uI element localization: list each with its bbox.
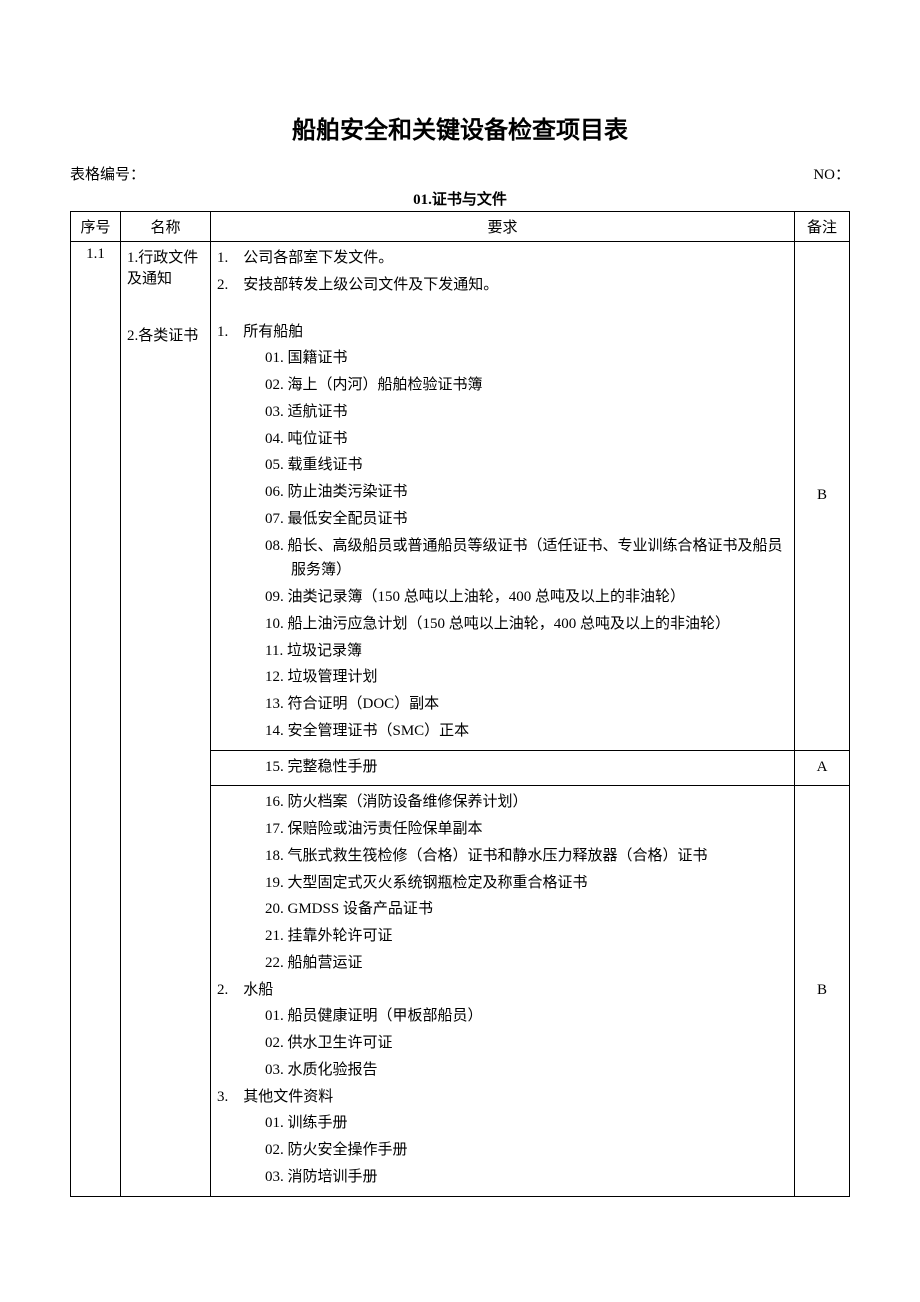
meta-row: 表格编号： NO： [70,163,850,188]
req-item: 16. 防火档案（消防设备维修保养计划） [265,790,788,815]
col-note-header: 备注 [795,212,850,242]
cell-seq: 1.1 [71,242,121,1197]
req-item: 03. 适航证书 [265,400,788,425]
req-item: 22. 船舶营运证 [265,951,788,976]
req-item: 01. 船员健康证明（甲板部船员） [265,1004,788,1029]
req-item: 02. 海上（内河）船舶检验证书簿 [265,373,788,398]
req-item: 14. 安全管理证书（SMC）正本 [265,719,788,744]
req-item: 15. 完整稳性手册 [265,755,788,780]
cell-req: 1. 公司各部室下发文件。 2. 安技部转发上级公司文件及下发通知。 1. 所有… [211,242,795,751]
section-heading: 01.证书与文件 [70,188,850,209]
req-item: 06. 防止油类污染证书 [265,480,788,505]
name-item: 1.行政文件及通知 [127,246,204,288]
col-name-header: 名称 [121,212,211,242]
cell-req: 16. 防火档案（消防设备维修保养计划） 17. 保赔险或油污责任险保单副本 1… [211,786,795,1196]
col-req-header: 要求 [211,212,795,242]
req-item: 02. 防火安全操作手册 [265,1138,788,1163]
cell-name: 1.行政文件及通知 2.各类证书 [121,242,211,1197]
name-item: 2.各类证书 [127,324,204,345]
req-item: 02. 供水卫生许可证 [265,1031,788,1056]
table-row: 1.1 1.行政文件及通知 2.各类证书 1. 公司各部室下发文件。 2. 安技… [71,242,850,751]
req-item: 21. 挂靠外轮许可证 [265,924,788,949]
no-label: NO： [813,167,850,183]
req-item: 01. 国籍证书 [265,346,788,371]
req-item: 18. 气胀式救生筏检修（合格）证书和静水压力释放器（合格）证书 [265,844,788,869]
checklist-table: 序号 名称 要求 备注 1.1 1.行政文件及通知 2.各类证书 1. 公司各部… [70,211,850,1197]
req-line: 2. 安技部转发上级公司文件及下发通知。 [217,273,788,298]
req-item: 01. 训练手册 [265,1111,788,1136]
req-item: 10. 船上油污应急计划（150 总吨以上油轮，400 总吨及以上的非油轮） [265,612,788,637]
req-line: 1. 公司各部室下发文件。 [217,246,788,271]
req-item: 13. 符合证明（DOC）副本 [265,692,788,717]
req-item: 20. GMDSS 设备产品证书 [265,897,788,922]
col-seq-header: 序号 [71,212,121,242]
page-title: 船舶安全和关键设备检查项目表 [70,110,850,145]
req-item: 08. 船长、高级船员或普通船员等级证书（适任证书、专业训练合格证书及船员服务簿… [265,534,788,584]
cell-req: 15. 完整稳性手册 [211,750,795,786]
req-item: 19. 大型固定式灭火系统钢瓶检定及称重合格证书 [265,871,788,896]
req-item: 05. 载重线证书 [265,453,788,478]
req-item: 11. 垃圾记录簿 [265,639,788,664]
req-item: 03. 水质化验报告 [265,1058,788,1083]
cell-note: A [795,750,850,786]
req-item: 03. 消防培训手册 [265,1165,788,1190]
req-item: 12. 垃圾管理计划 [265,665,788,690]
req-group: 1. 所有船舶 [217,320,788,345]
form-no-label: 表格编号： [70,167,145,183]
req-group: 3. 其他文件资料 [217,1085,788,1110]
req-item: 04. 吨位证书 [265,427,788,452]
cell-note: B [795,242,850,751]
req-group: 2. 水船 [217,978,788,1003]
req-item: 17. 保赔险或油污责任险保单副本 [265,817,788,842]
cell-note: B [795,786,850,1196]
table-header-row: 序号 名称 要求 备注 [71,212,850,242]
req-item: 07. 最低安全配员证书 [265,507,788,532]
req-item: 09. 油类记录簿（150 总吨以上油轮，400 总吨及以上的非油轮） [265,585,788,610]
